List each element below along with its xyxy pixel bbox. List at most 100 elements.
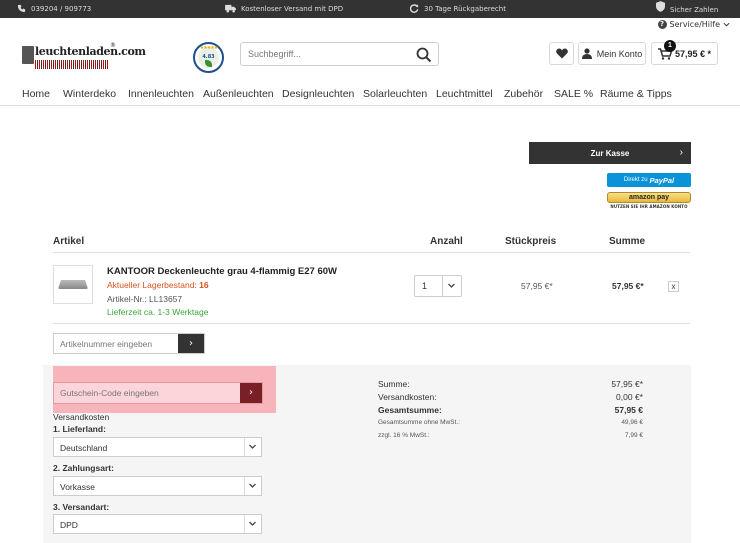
heart-icon — [555, 48, 568, 59]
top-info-bar: 039204 / 909773 Kostenloser Versand mit … — [0, 0, 740, 18]
cart-button[interactable]: 1 57,95 € * — [651, 40, 718, 65]
chevron-down-icon — [249, 444, 256, 449]
shipping-cost-value: 0,00 €* — [616, 392, 643, 402]
rating-number: 4.83 — [202, 54, 215, 60]
article-number-input[interactable] — [54, 334, 179, 353]
nav-item-zubehoer[interactable]: Zubehör — [504, 88, 543, 100]
shield-icon — [656, 1, 665, 12]
amazon-pay-button[interactable]: amazon pay NUTZEN SIE IHR AMAZON KONTO — [607, 192, 691, 209]
remove-item-button[interactable]: x — [668, 281, 679, 292]
site-logo[interactable]: leuchtenladen.com ® — [22, 42, 146, 70]
paypal-logo: PayPal — [649, 175, 675, 185]
search-box — [240, 42, 439, 66]
unit-price: 57,95 €* — [521, 281, 553, 291]
trusted-shop-seal[interactable]: ★★★★★ 4.83 — [193, 42, 224, 73]
account-button[interactable]: Mein Konto — [578, 42, 646, 65]
wishlist-button[interactable] — [549, 42, 574, 65]
divider — [53, 323, 690, 324]
main-navigation: Home Winterdeko Innenleuchten Außenleuch… — [0, 82, 740, 106]
grand-total-label: Gesamtsumme: — [378, 405, 442, 415]
payment-label: 2. Zahlungsart: — [53, 463, 114, 473]
chevron-down-icon — [448, 283, 455, 288]
service-help-label: Service/Hilfe — [669, 20, 720, 29]
country-select[interactable]: Deutschland — [53, 437, 262, 457]
cart-total: 57,95 € * — [674, 48, 712, 59]
chevron-down-icon — [249, 483, 256, 488]
logo-registered-mark: ® — [110, 42, 116, 49]
user-icon — [581, 48, 592, 59]
service-help-menu[interactable]: ? Service/Hilfe — [657, 20, 730, 29]
search-input[interactable] — [241, 43, 411, 65]
chevron-right-icon: › — [189, 338, 193, 349]
nav-item-aussenleuchten[interactable]: Außenleuchten — [203, 88, 274, 100]
returns-info: 30 Tage Rückgaberecht — [410, 4, 506, 13]
vat-value: 7,99 € — [624, 432, 643, 439]
shipping-cost-title: Versandkosten — [53, 412, 110, 422]
stock-value: 16 — [199, 280, 209, 290]
logo-text: leuchtenladen.com — [35, 45, 146, 58]
nav-item-solarleuchten[interactable]: Solarleuchten — [363, 88, 427, 100]
checkout-label: Zur Kasse — [590, 148, 630, 158]
header-quantity: Anzahl — [430, 236, 463, 247]
rating-stars: ★★★★★ — [199, 45, 218, 51]
paypal-prefix: Direkt zu — [623, 177, 648, 183]
chevron-right-icon: › — [249, 387, 253, 398]
article-number-form: › — [53, 333, 205, 354]
shopping-bag-icon — [22, 46, 34, 64]
returns-text: 30 Tage Rückgaberecht — [424, 4, 506, 13]
coupon-submit-button[interactable]: › — [240, 383, 262, 403]
nav-item-leuchtmittel[interactable]: Leuchtmittel — [436, 88, 493, 100]
stock-info: Aktueller Lagerbestand: 16 — [107, 280, 209, 290]
nav-item-home[interactable]: Home — [22, 88, 50, 100]
question-icon: ? — [657, 20, 667, 29]
nav-item-winterdeko[interactable]: Winterdeko — [63, 88, 116, 100]
vat-row: zzgl. 16 % MwSt.: 7,99 € — [378, 432, 643, 443]
nav-item-designleuchten[interactable]: Designleuchten — [282, 88, 354, 100]
nav-item-innenleuchten[interactable]: Innenleuchten — [128, 88, 194, 100]
header-sum: Summe — [609, 236, 646, 247]
nav-item-sale[interactable]: SALE % — [554, 88, 593, 100]
delivery-time: Lieferzeit ca. 1-3 Werktage — [107, 307, 209, 317]
product-image[interactable] — [53, 265, 93, 304]
account-label: Mein Konto — [596, 48, 643, 59]
stock-label: Aktueller Lagerbestand: — [107, 280, 197, 290]
coupon-input[interactable] — [54, 383, 240, 403]
net-total-value: 49,96 € — [621, 419, 643, 426]
shipping-text: Kostenloser Versand mit DPD — [241, 4, 344, 13]
checkout-button[interactable]: Zur Kasse › — [529, 142, 691, 164]
header-article: Artikel — [53, 236, 85, 247]
net-total-label: Gesamtsumme ohne MwSt.: — [378, 419, 460, 426]
phone-icon — [17, 4, 26, 13]
payment-value: Vorkasse — [60, 482, 95, 492]
amazon-pay-logo: amazon pay — [607, 192, 691, 203]
refresh-icon — [410, 4, 419, 13]
net-total-row: Gesamtsumme ohne MwSt.: 49,96 € — [378, 419, 643, 430]
secure-info: Sicher Zahlen — [656, 1, 719, 14]
barcode-icon — [35, 60, 109, 69]
secure-text: Sicher Zahlen — [670, 5, 719, 14]
coupon-form: › — [53, 382, 263, 404]
method-label: 3. Versandart: — [53, 502, 110, 512]
paypal-button[interactable]: Direkt zu PayPal — [607, 173, 691, 187]
nav-item-raeume-tipps[interactable]: Räume & Tipps — [600, 88, 672, 100]
shipping-method-select[interactable]: DPD — [53, 514, 262, 534]
search-icon[interactable] — [416, 47, 432, 63]
grand-total-value: 57,95 € — [614, 405, 643, 415]
shipping-info: Kostenloser Versand mit DPD — [225, 4, 343, 13]
subtotal-row: Summe: 57,95 €* — [378, 379, 643, 390]
country-value: Deutschland — [60, 443, 108, 453]
payment-select[interactable]: Vorkasse — [53, 476, 262, 496]
vat-label: zzgl. 16 % MwSt.: — [378, 432, 430, 439]
product-name[interactable]: KANTOOR Deckenleuchte grau 4-flammig E27… — [107, 266, 337, 277]
quantity-select[interactable]: 1 — [414, 275, 462, 297]
add-article-button[interactable]: › — [178, 334, 204, 353]
subtotal-value: 57,95 €* — [611, 379, 643, 389]
shipping-cost-label: Versandkosten: — [378, 392, 437, 402]
chevron-down-icon — [249, 521, 256, 526]
line-total: 57,95 €* — [612, 281, 644, 291]
subtotal-label: Summe: — [378, 379, 410, 389]
chevron-right-icon: › — [679, 147, 683, 158]
phone-info[interactable]: 039204 / 909773 — [17, 4, 91, 13]
chevron-down-icon — [723, 22, 730, 27]
shipping-method-value: DPD — [60, 520, 78, 530]
